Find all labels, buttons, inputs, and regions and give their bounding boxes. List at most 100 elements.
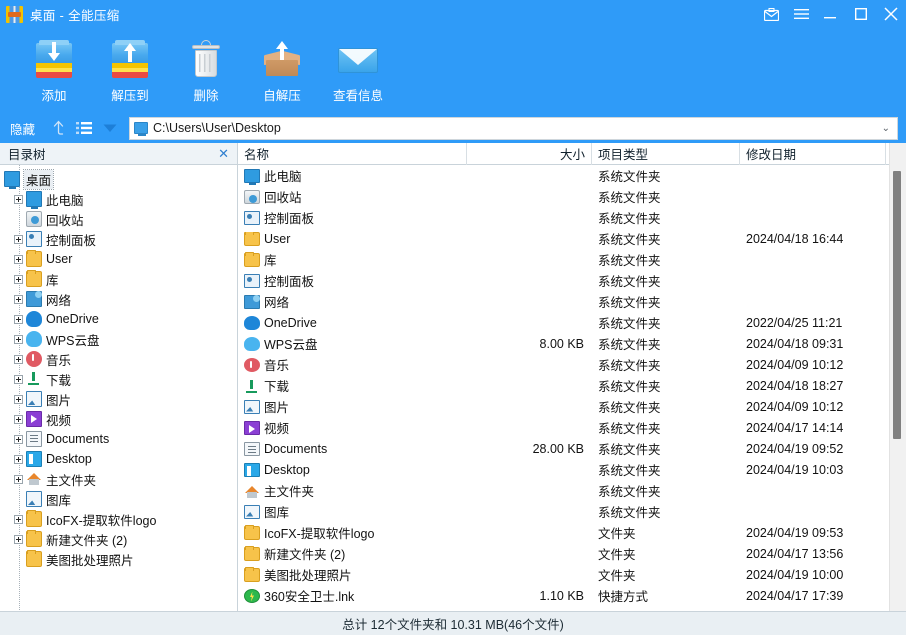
file-list-row[interactable]: 此电脑系统文件夹 xyxy=(238,165,889,186)
file-name-text: Desktop xyxy=(264,463,310,477)
net-icon xyxy=(26,291,42,307)
column-header-name[interactable]: 名称 xyxy=(238,143,467,165)
file-list-row[interactable]: 网络系统文件夹 xyxy=(238,291,889,312)
tree-item[interactable]: 音乐 xyxy=(0,349,237,369)
toolbar-button-add[interactable]: 添加 xyxy=(16,32,92,110)
expand-toggle-icon[interactable] xyxy=(14,415,23,424)
vertical-scrollbar[interactable] xyxy=(889,143,906,611)
address-bar[interactable]: C:\Users\User\Desktop ⌄ xyxy=(129,117,898,140)
expand-toggle-icon[interactable] xyxy=(14,195,23,204)
tree-item[interactable]: 美图批处理照片 xyxy=(0,549,237,569)
directory-tree[interactable]: 桌面此电脑回收站控制面板User库网络OneDriveWPS云盘音乐下载图片视频… xyxy=(0,165,237,611)
tree-item[interactable]: 桌面 xyxy=(0,169,237,189)
expand-toggle-icon[interactable] xyxy=(14,395,23,404)
expand-toggle-icon[interactable] xyxy=(14,535,23,544)
expand-toggle-icon[interactable] xyxy=(14,475,23,484)
file-type-cell: 文件夹 xyxy=(592,565,740,584)
address-dropdown-icon[interactable]: ⌄ xyxy=(882,123,893,134)
file-list-row[interactable]: 美图批处理照片文件夹2024/04/19 10:00 xyxy=(238,564,889,585)
file-list-row[interactable]: 控制面板系统文件夹 xyxy=(238,270,889,291)
file-list-row[interactable]: 音乐系统文件夹2024/04/09 10:12 xyxy=(238,354,889,375)
arrow-up-icon[interactable] xyxy=(45,116,71,140)
address-path-text[interactable]: C:\Users\User\Desktop xyxy=(153,121,882,135)
expand-toggle-icon[interactable] xyxy=(14,315,23,324)
recycle-icon xyxy=(26,211,42,227)
file-list-row[interactable]: 图库系统文件夹 xyxy=(238,501,889,522)
file-list-row[interactable]: 360安全卫士.lnk1.10 KB快捷方式2024/04/17 17:39 xyxy=(238,585,889,606)
tree-item[interactable]: 库 xyxy=(0,269,237,289)
expand-toggle-icon[interactable] xyxy=(14,375,23,384)
folder-icon xyxy=(26,551,42,567)
tree-item[interactable]: 网络 xyxy=(0,289,237,309)
expand-toggle-icon[interactable] xyxy=(14,275,23,284)
folder-icon xyxy=(26,271,42,287)
tree-item[interactable]: 视频 xyxy=(0,409,237,429)
list-view-icon[interactable] xyxy=(71,116,97,140)
expand-toggle-icon[interactable] xyxy=(14,515,23,524)
file-name-cell: 360安全卫士.lnk xyxy=(238,586,467,605)
expand-toggle-icon[interactable] xyxy=(14,295,23,304)
tree-item[interactable]: Desktop xyxy=(0,449,237,469)
tree-item[interactable]: IcoFX-提取软件logo xyxy=(0,509,237,529)
maximize-button[interactable] xyxy=(846,0,876,28)
feedback-mail-icon[interactable] xyxy=(756,0,786,28)
file-list-row[interactable]: 回收站系统文件夹 xyxy=(238,186,889,207)
tree-item[interactable]: User xyxy=(0,249,237,269)
folder-icon xyxy=(244,568,260,582)
toolbar-button-delete[interactable]: 删除 xyxy=(168,32,244,110)
file-name-text: 360安全卫士.lnk xyxy=(264,586,354,605)
expand-toggle-icon[interactable] xyxy=(14,235,23,244)
hide-panel-button[interactable]: 隐藏 xyxy=(10,119,35,138)
file-list-row[interactable]: 主文件夹系统文件夹 xyxy=(238,480,889,501)
file-list-row[interactable]: 图片系统文件夹2024/04/09 10:12 xyxy=(238,396,889,417)
toolbar-button-extract-to[interactable]: 解压到 xyxy=(92,32,168,110)
expand-toggle-icon[interactable] xyxy=(14,355,23,364)
tree-item[interactable]: OneDrive xyxy=(0,309,237,329)
file-type-cell: 系统文件夹 xyxy=(592,313,740,332)
tree-item[interactable]: 回收站 xyxy=(0,209,237,229)
file-list-row[interactable]: 控制面板系统文件夹 xyxy=(238,207,889,228)
tree-item[interactable]: 控制面板 xyxy=(0,229,237,249)
expand-toggle-icon[interactable] xyxy=(14,455,23,464)
file-list-row[interactable]: 下载系统文件夹2024/04/18 18:27 xyxy=(238,375,889,396)
file-date-cell: 2024/04/09 10:12 xyxy=(740,400,886,414)
file-list-row[interactable]: WPS云盘8.00 KB系统文件夹2024/04/18 09:31 xyxy=(238,333,889,354)
file-list-row[interactable]: Desktop系统文件夹2024/04/19 10:03 xyxy=(238,459,889,480)
file-list-row[interactable]: IcoFX-提取软件logo文件夹2024/04/19 09:53 xyxy=(238,522,889,543)
file-type-cell: 系统文件夹 xyxy=(592,502,740,521)
expand-toggle-icon[interactable] xyxy=(14,435,23,444)
toolbar-button-self-extract[interactable]: 自解压 xyxy=(244,32,320,110)
tree-item[interactable]: 图片 xyxy=(0,389,237,409)
app-window: 桌面 - 全能压缩 xyxy=(0,0,906,635)
file-name-text: 新建文件夹 (2) xyxy=(264,544,345,563)
file-list-row[interactable]: User系统文件夹2024/04/18 16:44 xyxy=(238,228,889,249)
file-list-row[interactable]: 新建文件夹 (2)文件夹2024/04/17 13:56 xyxy=(238,543,889,564)
menu-hamburger-icon[interactable] xyxy=(786,0,816,28)
column-header-date[interactable]: 修改日期 xyxy=(740,143,886,165)
tree-item[interactable]: 新建文件夹 (2) xyxy=(0,529,237,549)
toolbar-button-view-info[interactable]: 查看信息 xyxy=(320,32,396,110)
tree-item[interactable]: Documents xyxy=(0,429,237,449)
file-list-row[interactable]: Documents28.00 KB系统文件夹2024/04/19 09:52 xyxy=(238,438,889,459)
file-name-cell: 下载 xyxy=(238,376,467,395)
tree-item[interactable]: 主文件夹 xyxy=(0,469,237,489)
file-list-rows[interactable]: 此电脑系统文件夹回收站系统文件夹控制面板系统文件夹User系统文件夹2024/0… xyxy=(238,165,889,611)
expand-toggle-icon[interactable] xyxy=(14,335,23,344)
column-header-size[interactable]: 大小 xyxy=(467,143,592,165)
close-icon[interactable]: ✕ xyxy=(216,147,231,160)
tree-item-label: Documents xyxy=(46,432,109,446)
chevron-down-icon[interactable] xyxy=(97,116,123,140)
close-button[interactable] xyxy=(876,0,906,28)
minimize-button[interactable] xyxy=(816,0,846,28)
file-list-row[interactable]: 视频系统文件夹2024/04/17 14:14 xyxy=(238,417,889,438)
tree-item[interactable]: 此电脑 xyxy=(0,189,237,209)
tree-item[interactable]: 图库 xyxy=(0,489,237,509)
file-name-text: Documents xyxy=(264,442,327,456)
file-list-row[interactable]: OneDrive系统文件夹2022/04/25 11:21 xyxy=(238,312,889,333)
expand-toggle-icon[interactable] xyxy=(14,255,23,264)
scrollbar-thumb[interactable] xyxy=(893,171,901,439)
tree-item[interactable]: WPS云盘 xyxy=(0,329,237,349)
column-header-type[interactable]: 项目类型 xyxy=(592,143,740,165)
tree-item[interactable]: 下载 xyxy=(0,369,237,389)
file-list-row[interactable]: 库系统文件夹 xyxy=(238,249,889,270)
